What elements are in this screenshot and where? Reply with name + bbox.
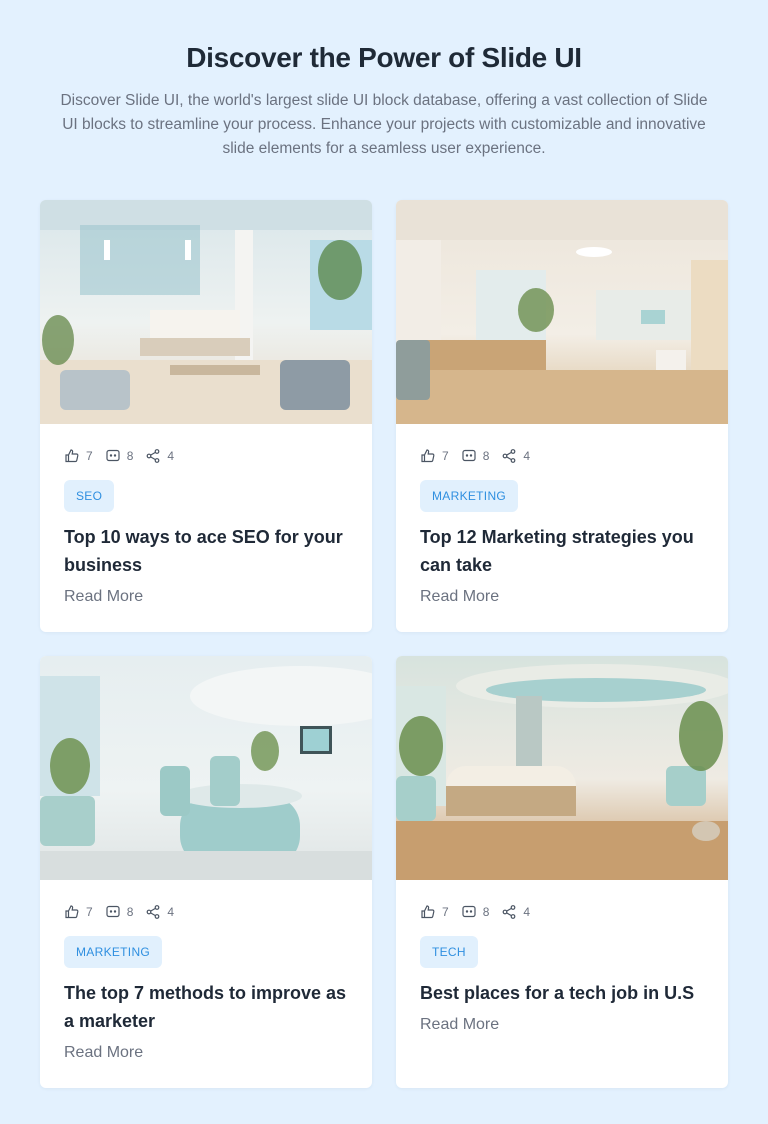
card-image[interactable] (396, 656, 728, 880)
thumbs-up-icon (421, 905, 435, 919)
likes-count: 7 (86, 449, 93, 463)
card-stats: 7 8 4 (420, 448, 704, 464)
likes-stat[interactable]: 7 (64, 904, 93, 920)
blog-card[interactable]: 7 8 4 TECH Best places for a tech job in… (396, 656, 728, 1088)
comments-stat[interactable]: 8 (461, 448, 490, 464)
thumbs-up-icon (65, 449, 79, 463)
share-icon (502, 449, 516, 463)
share-icon (146, 905, 160, 919)
card-title[interactable]: Best places for a tech job in U.S (420, 979, 704, 1007)
comment-icon (106, 449, 120, 462)
shares-stat[interactable]: 4 (145, 448, 174, 464)
shares-count: 4 (523, 905, 531, 919)
share-icon (146, 449, 160, 463)
comments-count: 8 (482, 449, 490, 463)
card-title[interactable]: Top 12 Marketing strategies you can take (420, 523, 704, 579)
read-more-link[interactable]: Read More (64, 1041, 143, 1065)
card-stats: 7 8 4 (64, 448, 348, 464)
shares-stat[interactable]: 4 (501, 904, 530, 920)
likes-stat[interactable]: 7 (420, 904, 449, 920)
likes-count: 7 (442, 449, 449, 463)
likes-stat[interactable]: 7 (64, 448, 93, 464)
likes-count: 7 (86, 905, 93, 919)
shares-count: 4 (167, 449, 175, 463)
comments-stat[interactable]: 8 (105, 448, 134, 464)
comments-count: 8 (482, 905, 490, 919)
read-more-link[interactable]: Read More (420, 1013, 499, 1037)
shares-stat[interactable]: 4 (501, 448, 530, 464)
share-icon (502, 905, 516, 919)
card-stats: 7 8 4 (420, 904, 704, 920)
card-image[interactable] (40, 656, 372, 880)
card-image[interactable] (40, 200, 372, 424)
shares-count: 4 (167, 905, 175, 919)
category-tag[interactable]: MARKETING (64, 936, 163, 968)
comment-icon (106, 905, 120, 918)
section-title: Discover the Power of Slide UI (186, 42, 582, 73)
blog-card[interactable]: 7 8 4 SEO Top 10 ways to ace SEO for you… (40, 200, 372, 632)
card-image[interactable] (396, 200, 728, 424)
category-tag[interactable]: SEO (64, 480, 115, 512)
likes-stat[interactable]: 7 (420, 448, 449, 464)
card-stats: 7 8 4 (64, 904, 348, 920)
likes-count: 7 (442, 905, 449, 919)
shares-count: 4 (523, 449, 531, 463)
blog-card[interactable]: 7 8 4 MARKETING The top 7 methods to imp… (40, 656, 372, 1088)
comments-count: 8 (126, 905, 134, 919)
comments-count: 8 (126, 449, 134, 463)
read-more-link[interactable]: Read More (420, 585, 499, 609)
blog-card[interactable]: 7 8 4 MARKETING Top 12 Marketing strateg… (396, 200, 728, 632)
comment-icon (462, 449, 476, 462)
comment-icon (462, 905, 476, 918)
read-more-link[interactable]: Read More (64, 585, 143, 609)
card-title[interactable]: The top 7 methods to improve as a market… (64, 979, 348, 1035)
card-title[interactable]: Top 10 ways to ace SEO for your business (64, 523, 348, 579)
shares-stat[interactable]: 4 (145, 904, 174, 920)
section-subtitle: Discover Slide UI, the world's largest s… (60, 92, 708, 157)
comments-stat[interactable]: 8 (105, 904, 134, 920)
category-tag[interactable]: TECH (420, 936, 478, 968)
category-tag[interactable]: MARKETING (420, 480, 519, 512)
blog-section: Discover the Power of Slide UI Discover … (0, 0, 768, 1124)
thumbs-up-icon (421, 449, 435, 463)
comments-stat[interactable]: 8 (461, 904, 490, 920)
thumbs-up-icon (65, 905, 79, 919)
